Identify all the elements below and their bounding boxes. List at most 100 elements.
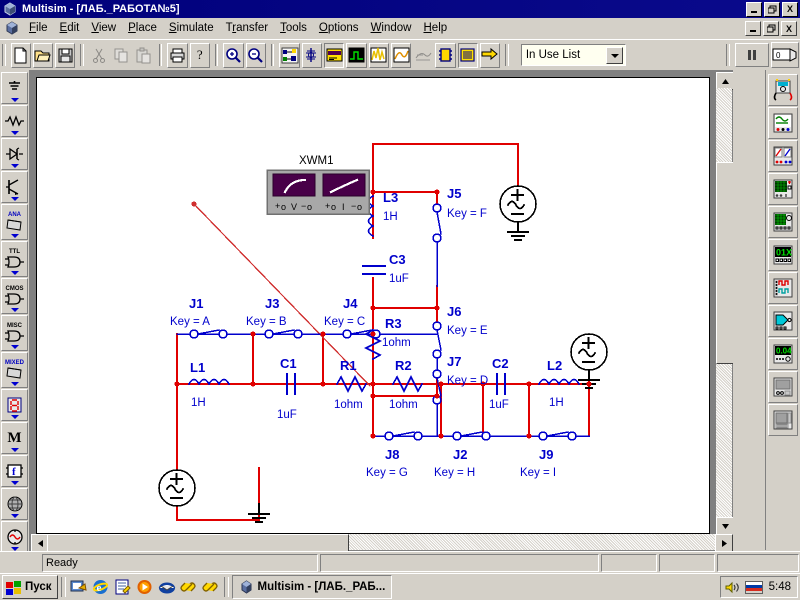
horizontal-scroll-track[interactable] (47, 534, 717, 551)
menu-tools[interactable]: Tools (274, 20, 313, 36)
scroll-down-button[interactable] (716, 517, 733, 535)
mdi-close-button[interactable]: X (781, 21, 797, 36)
ttl-bar-button[interactable]: TTL (1, 241, 28, 277)
miscellaneous-bar-button[interactable]: M (1, 422, 28, 454)
language-indicator-icon[interactable] (744, 580, 763, 594)
function-generator-button[interactable] (768, 107, 798, 139)
oscilloscope-button[interactable] (768, 173, 798, 205)
spectrum-analyzer-button[interactable] (768, 371, 798, 403)
taskbar-item-label: Multisim - [ЛАБ._РАБ... (257, 581, 386, 593)
subcircuit-button[interactable] (301, 42, 323, 68)
horizontal-scroll-thumb[interactable] (47, 534, 349, 551)
status-bar: Ready (0, 551, 800, 574)
zoom-out-button[interactable] (245, 42, 266, 68)
indicators-bar-button[interactable] (1, 389, 28, 421)
grapher-button[interactable] (324, 42, 345, 68)
document-icon[interactable] (4, 20, 20, 36)
menu-help[interactable]: Help (417, 20, 453, 36)
paste-button[interactable] (133, 42, 154, 68)
run-switch-button[interactable]: 0 (770, 42, 799, 68)
menu-window[interactable]: Window (365, 20, 418, 36)
basic-bar-button[interactable] (1, 105, 28, 137)
outlook-express-icon[interactable] (157, 577, 177, 597)
vertical-scroll-track[interactable] (716, 88, 733, 519)
label-j5-key: Key = F (447, 208, 487, 220)
scroll-right-button[interactable] (715, 534, 733, 551)
switch-j7 (432, 369, 442, 437)
network-analyzer-button[interactable] (768, 404, 798, 436)
taskbar-item-multisim[interactable]: Multisim - [ЛАБ._РАБ... (231, 575, 393, 599)
logic-converter-button[interactable] (768, 305, 798, 337)
misc-digital-bar-button[interactable]: MISC (1, 315, 28, 351)
multimeter-button[interactable] (768, 74, 798, 106)
logic-analyzer-button[interactable] (768, 272, 798, 304)
help-button[interactable]: ? (189, 42, 210, 68)
save-file-button[interactable] (55, 42, 76, 68)
hierarchy-button[interactable] (279, 42, 300, 68)
chevron-down-icon (10, 448, 19, 452)
minimize-button[interactable] (746, 2, 762, 17)
taskbar-clock[interactable]: 5:48 (767, 581, 793, 593)
zoom-in-button[interactable] (223, 42, 244, 68)
in-use-list-combo[interactable]: In Use List (520, 44, 627, 66)
menu-place[interactable]: Place (122, 20, 163, 36)
internet-explorer-icon[interactable]: e (91, 577, 111, 597)
rf-bar-button[interactable] (1, 488, 28, 520)
analog-bar-button[interactable]: ANA (1, 204, 28, 240)
postprocessor-button[interactable] (368, 42, 389, 68)
link-icon-2[interactable] (201, 577, 221, 597)
mdi-minimize-button[interactable] (745, 21, 761, 36)
menu-simulate[interactable]: Simulate (163, 20, 220, 36)
menu-transfer[interactable]: Transfer (220, 20, 274, 36)
mdi-restore-button[interactable] (763, 21, 779, 36)
sources-bar-button[interactable] (1, 72, 28, 104)
component-editor-button[interactable] (413, 42, 434, 68)
switch-j6 (432, 321, 442, 375)
close-button[interactable]: X (782, 2, 798, 17)
menu-file[interactable]: FFileile (23, 20, 54, 36)
schematic-canvas[interactable]: J1 Key = A J3 Key = B J4 Key = C J8 Key … (36, 77, 710, 534)
volume-icon[interactable] (725, 581, 741, 594)
electromechanical-bar-button[interactable] (1, 521, 28, 553)
controls-bar-button[interactable]: f (1, 455, 28, 487)
transistors-bar-button[interactable] (1, 171, 28, 203)
restore-button[interactable] (764, 2, 780, 17)
label-j2-key: Key = H (434, 467, 475, 479)
bode-plotter-button[interactable] (768, 206, 798, 238)
start-button[interactable]: Пуск (2, 575, 58, 599)
chevron-down-icon (10, 197, 19, 201)
analysis-button[interactable] (346, 42, 367, 68)
distortion-analyzer-button[interactable]: 0.04 (768, 338, 798, 370)
canvas-horizontal-scrollbar[interactable] (31, 534, 733, 551)
chevron-down-icon[interactable] (606, 47, 624, 64)
waveform-button[interactable] (390, 42, 412, 68)
label-l3: L3 (383, 190, 398, 205)
menu-view[interactable]: View (85, 20, 122, 36)
print-button[interactable] (167, 42, 188, 68)
database-button[interactable] (457, 42, 478, 68)
notepad-icon[interactable] (113, 577, 133, 597)
open-file-button[interactable] (32, 42, 54, 68)
ic-button[interactable] (435, 42, 456, 68)
diodes-bar-button[interactable] (1, 138, 28, 170)
word-generator-button[interactable]: 01X (768, 239, 798, 271)
svg-text:+: + (275, 201, 280, 211)
link-icon-1[interactable] (179, 577, 199, 597)
chevron-down-icon (10, 415, 19, 419)
wattmeter-button[interactable] (768, 140, 798, 172)
label-c3-value: 1uF (389, 273, 409, 285)
transfer-button[interactable] (480, 42, 501, 68)
canvas-vertical-scrollbar[interactable] (716, 72, 733, 535)
cut-button[interactable] (88, 42, 110, 68)
mixed-bar-button[interactable]: MIXED (1, 352, 28, 388)
start-label: Пуск (25, 581, 52, 593)
menu-edit[interactable]: Edit (54, 20, 86, 36)
cmos-bar-button[interactable]: CMOS (1, 278, 28, 314)
show-desktop-icon[interactable] (69, 577, 89, 597)
copy-button[interactable] (111, 42, 132, 68)
new-file-button[interactable] (10, 42, 31, 68)
media-player-icon[interactable] (135, 577, 155, 597)
pause-button[interactable] (734, 43, 769, 67)
vertical-scroll-thumb[interactable] (716, 162, 733, 364)
menu-options[interactable]: Options (313, 20, 365, 36)
